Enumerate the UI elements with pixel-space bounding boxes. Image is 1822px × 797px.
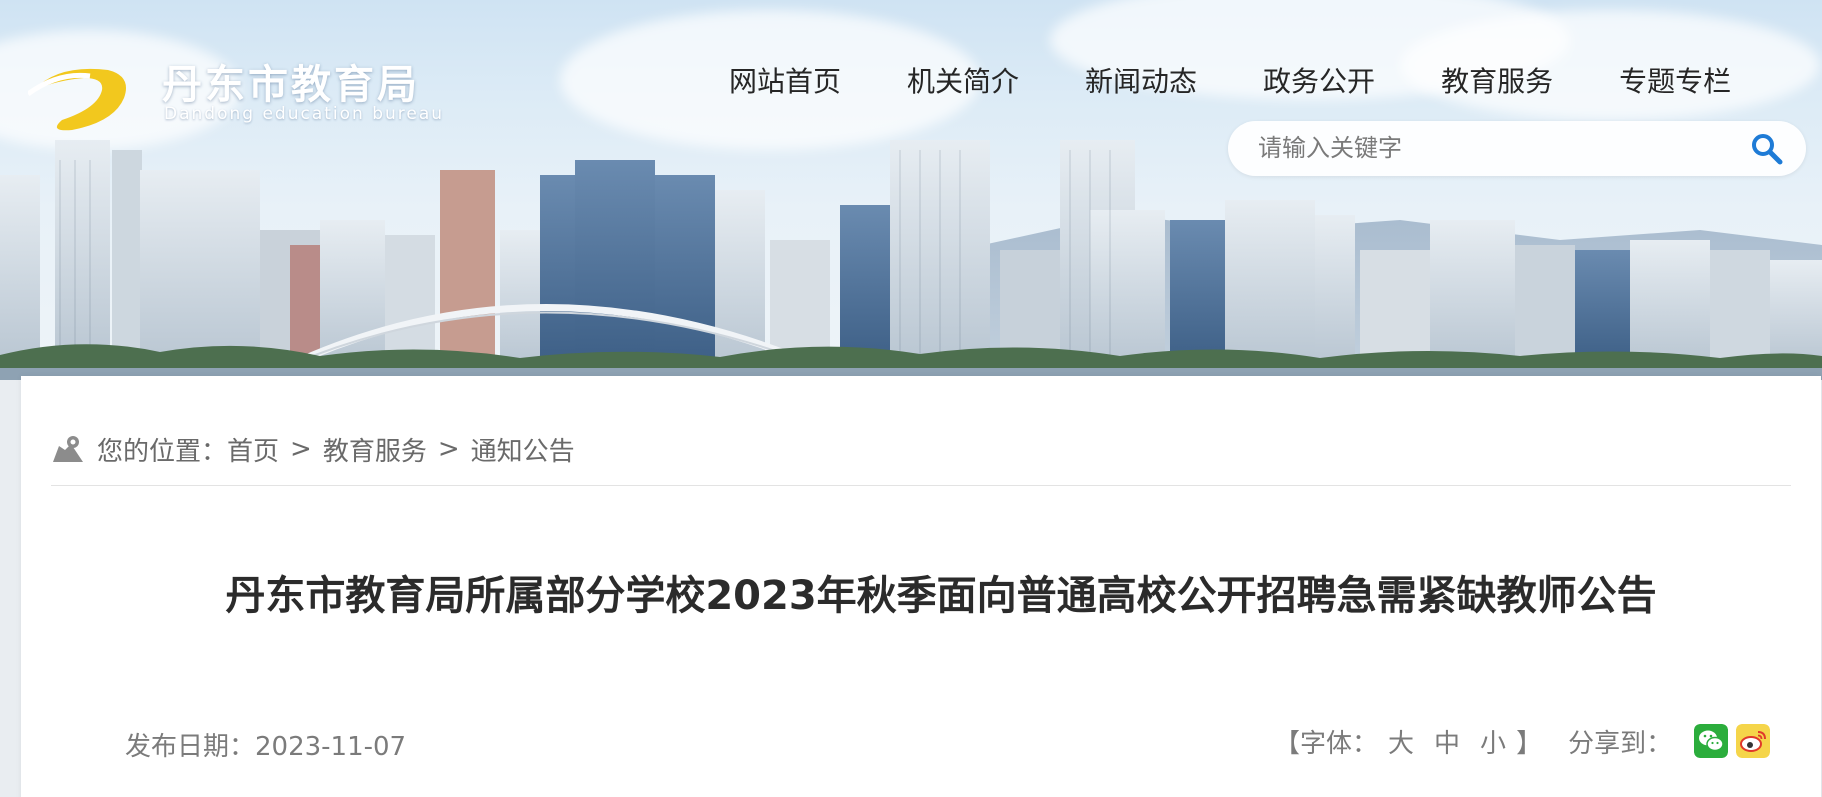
weibo-icon[interactable] xyxy=(1736,724,1771,758)
nav-news[interactable]: 新闻动态 xyxy=(1085,60,1197,100)
breadcrumb-notices[interactable]: 通知公告 xyxy=(471,431,575,468)
article-title: 丹东市教育局所属部分学校2023年秋季面向普通高校公开招聘急需紧缺教师公告 xyxy=(225,573,1657,619)
breadcrumb: 您的位置： 首页 > 教育服务 > 通知公告 xyxy=(51,431,575,468)
header-banner: 丹东市教育局 Dandong education bureau 网站首页 机关简… xyxy=(0,0,1822,380)
divider xyxy=(51,485,1791,486)
nav-about[interactable]: 机关简介 xyxy=(907,60,1019,100)
font-size-small-button[interactable]: 小 xyxy=(1480,723,1506,760)
publish-date: 发布日期：2023-11-07 xyxy=(125,732,407,762)
map-location-icon xyxy=(53,436,83,462)
site-name-en: Dandong education bureau xyxy=(164,104,445,124)
breadcrumb-prefix: 您的位置： xyxy=(97,436,228,467)
font-size-large-button[interactable]: 大 xyxy=(1388,723,1414,760)
logo-swoosh-icon xyxy=(28,68,126,131)
main-nav: 网站首页 机关简介 新闻动态 政务公开 教育服务 专题专栏 xyxy=(729,60,1731,100)
nav-special-topics[interactable]: 专题专栏 xyxy=(1619,60,1731,100)
site-logo[interactable]: 丹东市教育局 Dandong education bureau xyxy=(28,52,442,134)
search-icon[interactable] xyxy=(1750,132,1784,166)
article-tools: 【字体： 大 中 小 】 分享到： xyxy=(1274,721,1771,761)
breadcrumb-separator: > xyxy=(290,434,312,464)
article-card: 您的位置： 首页 > 教育服务 > 通知公告 丹东市教育局所属部分学校2023年… xyxy=(21,376,1821,797)
breadcrumb-home[interactable]: 首页 xyxy=(227,431,279,468)
font-size-label-open: 【字体： xyxy=(1274,728,1379,759)
share-label: 分享到： xyxy=(1568,728,1673,759)
nav-education-services[interactable]: 教育服务 xyxy=(1441,60,1553,100)
font-size-label-close: 】 xyxy=(1516,728,1543,759)
search-input[interactable] xyxy=(1258,131,1728,165)
search-box xyxy=(1228,121,1806,176)
font-size-medium-button[interactable]: 中 xyxy=(1434,723,1460,760)
site-name-cn: 丹东市教育局 xyxy=(162,62,420,108)
nav-home[interactable]: 网站首页 xyxy=(729,60,841,100)
breadcrumb-separator: > xyxy=(437,434,460,464)
nav-government-affairs[interactable]: 政务公开 xyxy=(1263,60,1375,100)
breadcrumb-education-services[interactable]: 教育服务 xyxy=(323,431,427,468)
wechat-icon[interactable] xyxy=(1694,724,1729,758)
